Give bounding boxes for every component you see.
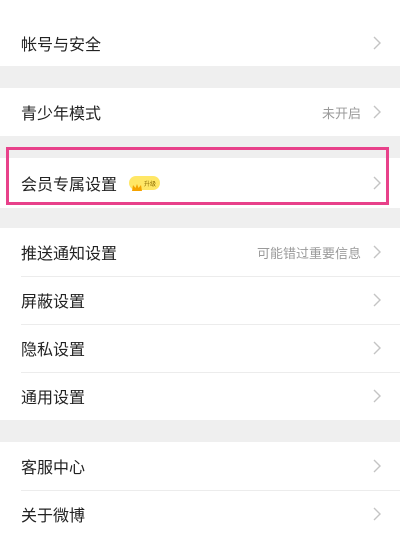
settings-item-account-security[interactable]: 帐号与安全 bbox=[0, 20, 400, 66]
settings-item-push-notifications[interactable]: 推送通知设置 可能错过重要信息 bbox=[0, 228, 400, 276]
settings-item-label: 客服中心 bbox=[21, 458, 86, 477]
settings-group-account: 帐号与安全 bbox=[0, 20, 400, 66]
crown-icon bbox=[131, 178, 143, 191]
settings-group-about: 客服中心 关于微博 bbox=[0, 442, 400, 533]
settings-item-about-weibo[interactable]: 关于微博 bbox=[0, 490, 400, 533]
settings-group-vip: 会员专属设置 升级 bbox=[0, 158, 400, 208]
section-divider bbox=[0, 420, 400, 442]
settings-item-label: 关于微博 bbox=[21, 506, 86, 525]
settings-group-top bbox=[0, 0, 400, 20]
settings-item-privacy[interactable]: 隐私设置 bbox=[0, 324, 400, 372]
settings-screen: 帐号与安全 青少年模式 未开启 会员专属设置 升级 推送通知设置 可能错过重要信… bbox=[0, 0, 400, 533]
chevron-right-icon bbox=[371, 339, 383, 357]
settings-item-label: 青少年模式 bbox=[21, 104, 102, 123]
settings-item-label: 通用设置 bbox=[21, 388, 86, 407]
chevron-right-icon bbox=[371, 34, 383, 52]
settings-item-general[interactable]: 通用设置 bbox=[0, 372, 400, 420]
section-divider bbox=[0, 66, 400, 88]
settings-item-label: 会员专属设置 bbox=[21, 175, 118, 194]
settings-item-vip-settings[interactable]: 会员专属设置 升级 bbox=[0, 158, 400, 208]
settings-item-label: 隐私设置 bbox=[21, 340, 86, 359]
settings-item-value: 可能错过重要信息 bbox=[256, 246, 361, 262]
section-divider bbox=[0, 208, 400, 228]
chevron-right-icon bbox=[371, 103, 383, 121]
settings-group-youth: 青少年模式 未开启 bbox=[0, 88, 400, 136]
chevron-right-icon bbox=[371, 291, 383, 309]
settings-item-label: 屏蔽设置 bbox=[21, 292, 86, 311]
section-divider bbox=[0, 136, 400, 158]
settings-item-youth-mode[interactable]: 青少年模式 未开启 bbox=[0, 88, 400, 136]
settings-item-customer-service[interactable]: 客服中心 bbox=[0, 442, 400, 490]
chevron-right-icon bbox=[371, 174, 383, 192]
vip-upgrade-badge: 升级 bbox=[129, 176, 161, 191]
badge-label: 升级 bbox=[144, 180, 157, 188]
chevron-right-icon bbox=[371, 505, 383, 523]
settings-item-label: 帐号与安全 bbox=[21, 35, 102, 54]
chevron-right-icon bbox=[371, 457, 383, 475]
chevron-right-icon bbox=[371, 243, 383, 261]
settings-group-general: 推送通知设置 可能错过重要信息 屏蔽设置 隐私设置 通用设置 bbox=[0, 228, 400, 420]
chevron-right-icon bbox=[371, 387, 383, 405]
settings-item-block[interactable]: 屏蔽设置 bbox=[0, 276, 400, 324]
settings-item-label: 推送通知设置 bbox=[21, 244, 118, 263]
settings-item-value: 未开启 bbox=[321, 106, 361, 122]
